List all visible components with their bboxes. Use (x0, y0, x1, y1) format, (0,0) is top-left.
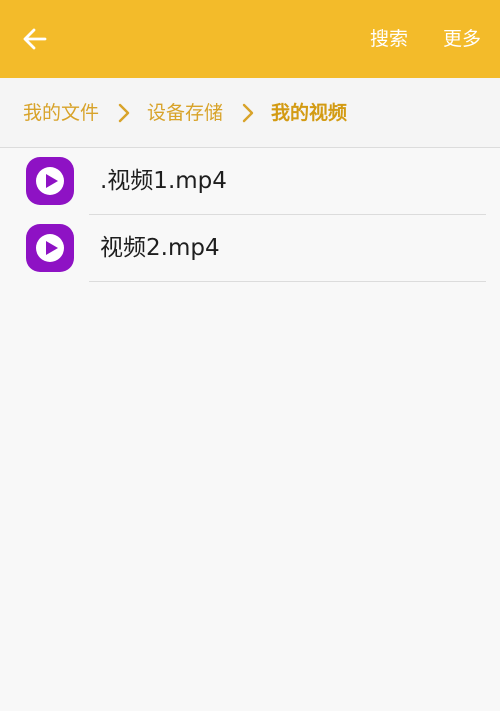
breadcrumb: 我的文件 设备存储 我的视频 (0, 78, 500, 148)
breadcrumb-item-my-videos[interactable]: 我的视频 (271, 100, 347, 126)
chevron-right-icon (118, 103, 130, 123)
file-name: 视频2.mp4 (100, 235, 220, 261)
video-play-icon (26, 157, 74, 205)
video-play-icon (26, 224, 74, 272)
arrow-left-icon (23, 28, 47, 50)
more-button[interactable]: 更多 (443, 24, 481, 54)
divider (89, 281, 486, 282)
breadcrumb-item-device-storage[interactable]: 设备存储 (147, 100, 223, 126)
file-name: .视频1.mp4 (100, 168, 227, 194)
app-bar: 搜索 更多 (0, 0, 500, 78)
breadcrumb-item-my-files[interactable]: 我的文件 (23, 100, 99, 126)
back-button[interactable] (14, 19, 54, 59)
list-item[interactable]: 视频2.mp4 (0, 215, 500, 282)
list-item[interactable]: .视频1.mp4 (0, 148, 500, 215)
chevron-right-icon (242, 103, 254, 123)
search-button[interactable]: 搜索 (370, 24, 408, 54)
